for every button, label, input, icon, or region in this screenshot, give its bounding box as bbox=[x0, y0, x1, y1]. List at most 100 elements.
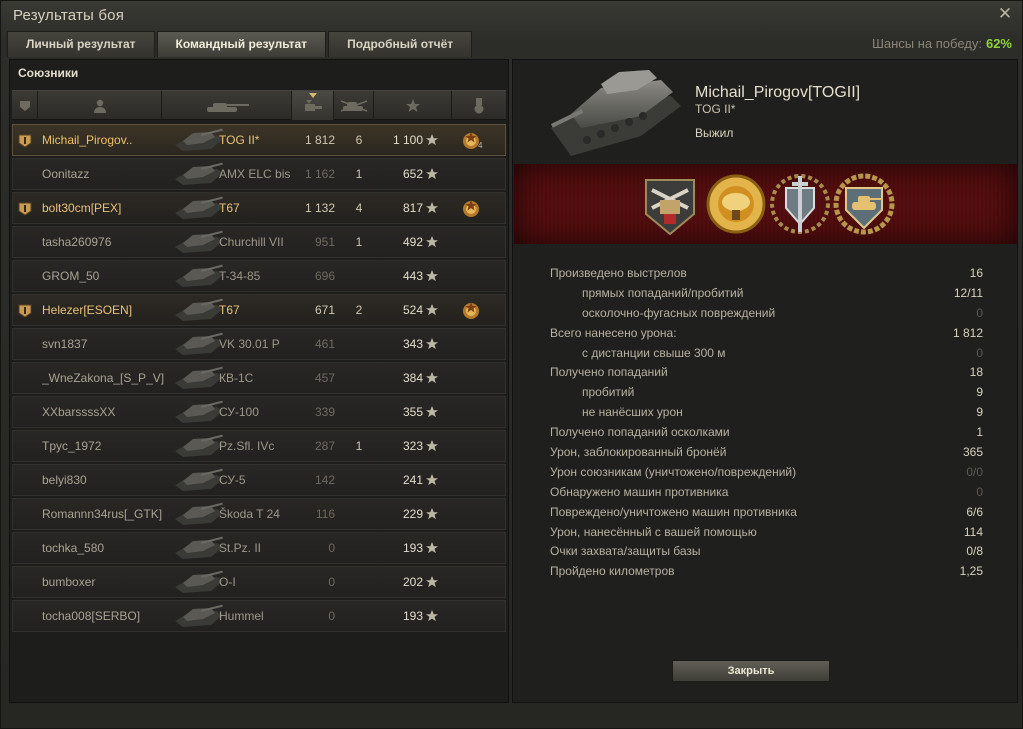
tab-team[interactable]: Командный результат bbox=[156, 31, 327, 57]
kills-value bbox=[343, 397, 375, 427]
kills-value bbox=[343, 533, 375, 563]
stat-label: Произведено выстрелов bbox=[550, 266, 687, 280]
damage-value: 0 bbox=[328, 609, 335, 623]
player-name: bolt30cm[PEX] bbox=[42, 201, 122, 215]
stat-row: осколочно-фугасных повреждений 0 bbox=[550, 304, 983, 324]
kills-value: 1 bbox=[355, 439, 363, 453]
xp-value: 652 bbox=[402, 167, 423, 181]
defender-icon[interactable] bbox=[768, 170, 832, 238]
sort-arrow-icon bbox=[308, 93, 317, 98]
win-chance-label: Шансы на победу: bbox=[871, 36, 982, 51]
table-row[interactable]: Tpyc_1972 Pz.Sfl. IVc 287 1 323 bbox=[12, 430, 506, 462]
tank-icon bbox=[171, 263, 225, 289]
stat-value: 365 bbox=[962, 445, 983, 460]
stat-label: Урон союзникам (уничтожено/повреждений) bbox=[550, 464, 797, 479]
close-icon[interactable]: ✕ bbox=[996, 5, 1014, 23]
damage-value: 1 162 bbox=[304, 167, 335, 181]
col-medal[interactable] bbox=[452, 91, 506, 120]
player-detail-panel: Michail_Pirogov[TOGII] TOG II* Выжил Про… bbox=[512, 59, 1018, 703]
medal-count: 4 bbox=[478, 141, 483, 150]
col-vehicle[interactable] bbox=[162, 91, 292, 120]
col-frags[interactable] bbox=[334, 91, 374, 120]
xp-value: 1 100 bbox=[392, 133, 423, 147]
tank-icon bbox=[171, 331, 225, 357]
col-xp[interactable] bbox=[374, 91, 452, 120]
stat-row: Всего нанесено урона: 1 812 bbox=[550, 324, 983, 344]
stat-value: 12/11 bbox=[953, 285, 983, 300]
top-gun-icon[interactable] bbox=[832, 170, 896, 238]
table-row[interactable]: GROM_50 T-34-85 696 443 bbox=[12, 260, 506, 292]
stat-label: Пройдено километров bbox=[550, 564, 675, 579]
close-button[interactable]: Закрыть bbox=[672, 660, 830, 682]
tab-detailed[interactable]: Подробный отчёт bbox=[328, 31, 473, 57]
star-icon bbox=[426, 304, 438, 316]
kills-value bbox=[343, 465, 375, 495]
tank-icon bbox=[171, 229, 225, 255]
stat-row: Повреждено/уничтожено машин противника 6/… bbox=[550, 503, 983, 523]
player-status: Выжил bbox=[695, 126, 734, 140]
table-row[interactable]: tochka_580 St.Pz. II 0 193 bbox=[12, 532, 506, 564]
xp-value: 355 bbox=[402, 405, 423, 419]
tank-icon bbox=[171, 195, 225, 221]
stat-row: с дистанции свыше 300 м 0 bbox=[550, 344, 983, 364]
table-row[interactable]: XXbarssssXX СУ-100 339 355 bbox=[12, 396, 506, 428]
player-name: Helezer[ESOEN] bbox=[42, 303, 133, 317]
player-name: GROM_50 bbox=[42, 269, 100, 283]
col-player[interactable] bbox=[38, 91, 162, 120]
stat-row: Получено попаданий 18 bbox=[550, 363, 983, 383]
stat-row: Урон, заблокированный бронёй 365 bbox=[550, 443, 983, 463]
table-row[interactable]: tasha260976 Churchill VII 951 1 492 bbox=[12, 226, 506, 258]
player-vehicle: TOG II* bbox=[695, 102, 736, 116]
table-row[interactable]: Oonitazz AMX ELC bis 1 162 1 652 bbox=[12, 158, 506, 190]
kills-value: 2 bbox=[355, 303, 363, 317]
tank-icon bbox=[171, 603, 225, 629]
tab-personal[interactable]: Личный результат bbox=[7, 31, 155, 57]
tank-icon bbox=[171, 161, 225, 187]
squad-icon bbox=[18, 202, 32, 216]
allies-rows: Michail_Pirogov.. TOG II* 1 812 6 1 100 4 Ooni… bbox=[12, 124, 506, 634]
stat-row: Пройдено километров 1,25 bbox=[550, 562, 983, 582]
table-row[interactable]: bumboxer O-I 0 202 bbox=[12, 566, 506, 598]
xp-value: 193 bbox=[402, 609, 423, 623]
table-row[interactable]: tocha008[SERBO] Hummel 0 193 bbox=[12, 600, 506, 632]
medal-icon[interactable] bbox=[460, 199, 482, 219]
table-row[interactable]: Michail_Pirogov.. TOG II* 1 812 6 1 100 4 bbox=[12, 124, 506, 156]
stat-row: прямых попаданий/пробитий 12/11 bbox=[550, 284, 983, 304]
warrior-icon[interactable] bbox=[704, 170, 768, 238]
table-row[interactable]: Helezer[ESOEN] T67 671 2 524 bbox=[12, 294, 506, 326]
star-icon bbox=[426, 474, 438, 486]
player-name: tasha260976 bbox=[42, 235, 112, 249]
table-row[interactable]: belyi830 СУ-5 142 241 bbox=[12, 464, 506, 496]
kills-value: 1 bbox=[355, 235, 363, 249]
table-row[interactable]: Romannn34rus[_GTK] Škoda T 24 116 229 bbox=[12, 498, 506, 530]
table-row[interactable]: bolt30cm[PEX] T67 1 132 4 817 bbox=[12, 192, 506, 224]
tank-portrait-icon bbox=[551, 70, 681, 156]
tank-icon bbox=[171, 535, 225, 561]
kills-value bbox=[343, 499, 375, 529]
table-row[interactable]: svn1837 VK 30.01 P 461 343 bbox=[12, 328, 506, 360]
stat-label: Очки захвата/защиты базы bbox=[550, 544, 701, 559]
raseiniai-icon[interactable] bbox=[638, 170, 702, 238]
stat-value: 1 812 bbox=[952, 325, 983, 340]
damage-value: 0 bbox=[328, 575, 335, 589]
xp-value: 443 bbox=[402, 269, 423, 283]
stat-row: Получено попаданий осколками 1 bbox=[550, 423, 983, 443]
star-icon bbox=[426, 440, 438, 452]
xp-value: 384 bbox=[402, 371, 423, 385]
stat-row: пробитий 9 bbox=[550, 383, 983, 403]
damage-value: 696 bbox=[314, 269, 335, 283]
stat-value: 0 bbox=[976, 484, 983, 499]
kills-value bbox=[343, 363, 375, 393]
xp-value: 524 bbox=[402, 303, 423, 317]
kills-value: 6 bbox=[355, 133, 363, 147]
stat-value: 9 bbox=[976, 385, 983, 400]
col-squad[interactable] bbox=[12, 91, 38, 120]
table-row[interactable]: _WneZakona_[S_P_V] КВ-1С 457 384 bbox=[12, 362, 506, 394]
damage-value: 339 bbox=[314, 405, 335, 419]
tank-icon bbox=[171, 433, 225, 459]
star-icon bbox=[426, 168, 438, 180]
damage-value: 671 bbox=[314, 303, 335, 317]
allies-panel: Союзники Michail_Pirogov.. TOG II* 1 812… bbox=[9, 59, 509, 703]
col-damage[interactable] bbox=[292, 91, 334, 120]
medal-icon[interactable] bbox=[460, 301, 482, 321]
